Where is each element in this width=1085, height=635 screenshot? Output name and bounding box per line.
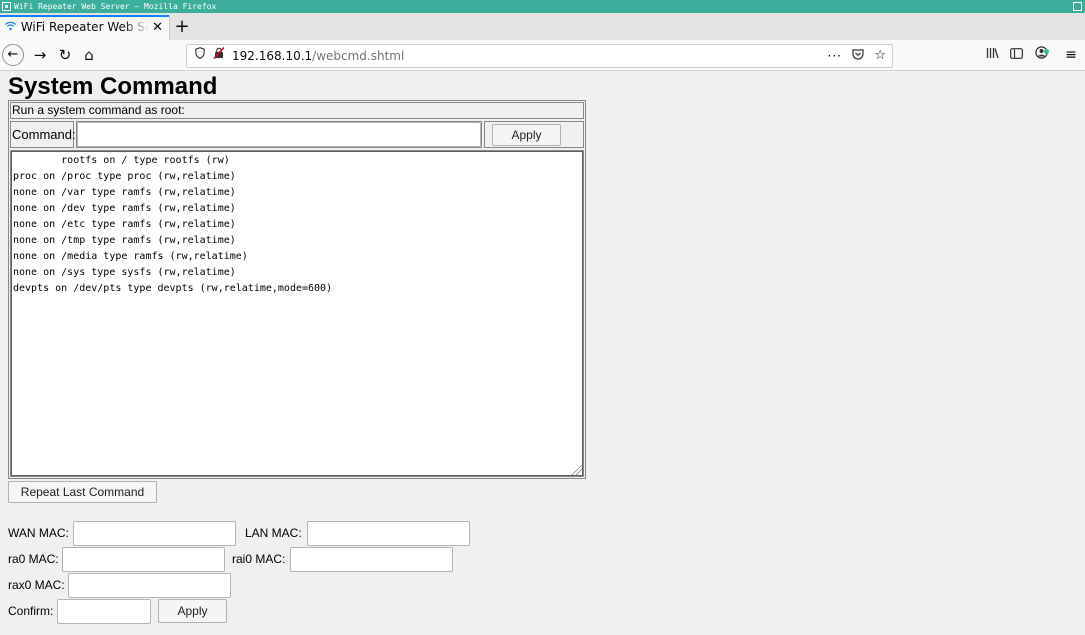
confirm-label: Confirm:: [8, 604, 54, 618]
wifi-icon: [5, 15, 17, 40]
ra0-mac-label: ra0 MAC:: [8, 552, 59, 566]
ra0-mac-input[interactable]: [62, 547, 225, 572]
wan-mac-input[interactable]: [73, 521, 236, 546]
pocket-icon[interactable]: [852, 45, 864, 67]
insecure-lock-icon[interactable]: [213, 45, 225, 67]
lan-mac-input[interactable]: [307, 521, 470, 546]
rai0-mac-input[interactable]: [290, 547, 453, 572]
command-table: Run a system command as root: Command: A…: [8, 100, 586, 479]
reload-button[interactable]: ↻: [54, 44, 76, 66]
close-icon[interactable]: ✕: [152, 15, 163, 40]
hamburger-menu-icon[interactable]: ≡: [1061, 44, 1081, 66]
lan-mac-label: LAN MAC:: [245, 526, 302, 540]
resize-grip-icon[interactable]: [570, 463, 582, 475]
sidebar-icon[interactable]: [1006, 44, 1026, 66]
window-titlebar[interactable]: WiFi Repeater Web Server — Mozilla Firef…: [0, 0, 1085, 13]
confirm-apply-button[interactable]: Apply: [158, 599, 227, 623]
new-tab-button[interactable]: +: [174, 13, 190, 40]
rai0-mac-label: rai0 MAC:: [232, 552, 286, 566]
rax0-mac-label: rax0 MAC:: [8, 578, 65, 592]
window-title: WiFi Repeater Web Server — Mozilla Firef…: [14, 2, 217, 11]
forward-button[interactable]: →: [29, 44, 51, 66]
command-input[interactable]: [77, 122, 481, 147]
url-bar[interactable]: 192.168.10.1/webcmd.shtml ··· ☆: [186, 44, 893, 68]
navigation-toolbar: ← → ↻ ⌂ 192.168.10.1/webcmd.shtml ··· ☆ …: [0, 40, 1085, 71]
page-title: System Command: [8, 73, 218, 100]
url-text[interactable]: 192.168.10.1/webcmd.shtml: [232, 45, 404, 67]
bookmark-star-icon[interactable]: ☆: [874, 45, 886, 67]
window-maximize-icon[interactable]: [1073, 2, 1082, 11]
page-content: System Command Run a system command as r…: [0, 72, 1085, 635]
account-icon[interactable]: [1031, 44, 1051, 66]
page-actions-icon[interactable]: ···: [828, 45, 842, 67]
command-input-cell: [76, 121, 482, 148]
command-label: Command:: [10, 121, 76, 148]
output-cell: rootfs on / type rootfs (rw) proc on /pr…: [10, 150, 584, 477]
shield-icon[interactable]: [195, 45, 205, 67]
url-path: /webcmd.shtml: [312, 49, 405, 63]
library-icon[interactable]: [982, 44, 1002, 66]
tab-label: WiFi Repeater Web Server: [20, 20, 149, 34]
command-apply-cell: Apply: [484, 121, 584, 148]
rax0-mac-input[interactable]: [68, 573, 231, 598]
window-menu-icon[interactable]: [2, 2, 11, 11]
back-button[interactable]: ←: [2, 44, 24, 66]
url-host: 192.168.10.1: [232, 49, 313, 63]
tab-strip: WiFi Repeater Web Server ✕ +: [0, 13, 1085, 40]
home-button[interactable]: ⌂: [78, 44, 100, 66]
tab-wifi-repeater[interactable]: WiFi Repeater Web Server ✕: [0, 15, 170, 40]
confirm-input[interactable]: [57, 599, 151, 624]
repeat-last-command-button[interactable]: Repeat Last Command: [8, 481, 157, 503]
wan-mac-label: WAN MAC:: [8, 526, 69, 540]
apply-button[interactable]: Apply: [492, 124, 561, 146]
command-caption: Run a system command as root:: [10, 102, 584, 119]
command-output-textarea[interactable]: rootfs on / type rootfs (rw) proc on /pr…: [11, 151, 583, 476]
